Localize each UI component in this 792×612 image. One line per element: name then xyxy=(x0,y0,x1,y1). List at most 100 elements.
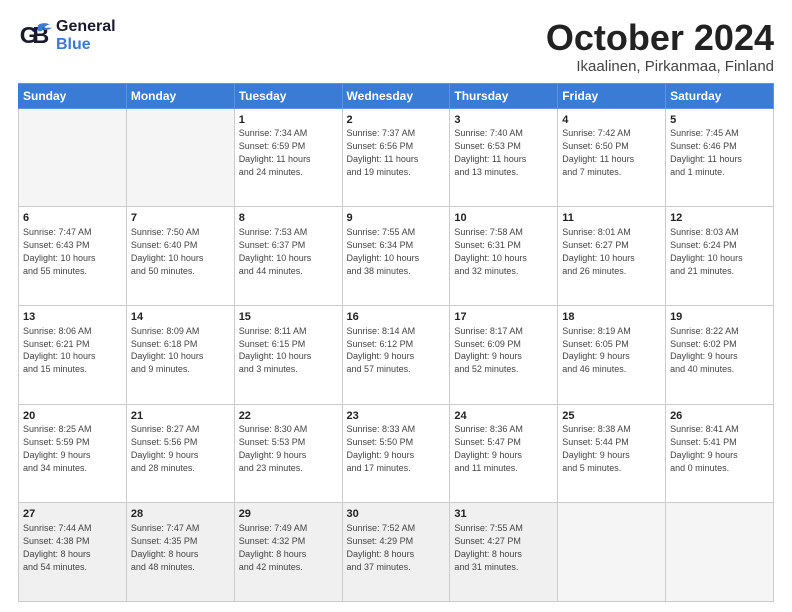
day-number: 11 xyxy=(562,211,661,226)
day-number: 24 xyxy=(454,409,553,424)
table-row xyxy=(126,108,234,207)
logo: G B General Blue xyxy=(18,18,116,54)
day-detail: Sunrise: 7:50 AM Sunset: 6:40 PM Dayligh… xyxy=(131,227,204,275)
day-detail: Sunrise: 8:19 AM Sunset: 6:05 PM Dayligh… xyxy=(562,326,631,374)
day-detail: Sunrise: 7:47 AM Sunset: 6:43 PM Dayligh… xyxy=(23,227,96,275)
day-detail: Sunrise: 8:11 AM Sunset: 6:15 PM Dayligh… xyxy=(239,326,312,374)
header: G B General Blue October 2024 Ikaalinen,… xyxy=(18,18,774,75)
day-detail: Sunrise: 7:55 AM Sunset: 4:27 PM Dayligh… xyxy=(454,523,523,571)
col-friday: Friday xyxy=(558,83,666,108)
day-number: 17 xyxy=(454,310,553,325)
table-row: 28Sunrise: 7:47 AM Sunset: 4:35 PM Dayli… xyxy=(126,503,234,602)
table-row: 31Sunrise: 7:55 AM Sunset: 4:27 PM Dayli… xyxy=(450,503,558,602)
table-row: 14Sunrise: 8:09 AM Sunset: 6:18 PM Dayli… xyxy=(126,305,234,404)
month-title: October 2024 xyxy=(546,18,774,58)
table-row: 6Sunrise: 7:47 AM Sunset: 6:43 PM Daylig… xyxy=(19,207,127,306)
table-row: 13Sunrise: 8:06 AM Sunset: 6:21 PM Dayli… xyxy=(19,305,127,404)
day-number: 4 xyxy=(562,113,661,128)
table-row: 15Sunrise: 8:11 AM Sunset: 6:15 PM Dayli… xyxy=(234,305,342,404)
table-row: 7Sunrise: 7:50 AM Sunset: 6:40 PM Daylig… xyxy=(126,207,234,306)
table-row: 18Sunrise: 8:19 AM Sunset: 6:05 PM Dayli… xyxy=(558,305,666,404)
table-row: 27Sunrise: 7:44 AM Sunset: 4:38 PM Dayli… xyxy=(19,503,127,602)
table-row: 12Sunrise: 8:03 AM Sunset: 6:24 PM Dayli… xyxy=(666,207,774,306)
table-row: 30Sunrise: 7:52 AM Sunset: 4:29 PM Dayli… xyxy=(342,503,450,602)
table-row xyxy=(19,108,127,207)
col-thursday: Thursday xyxy=(450,83,558,108)
day-number: 20 xyxy=(23,409,122,424)
day-number: 1 xyxy=(239,113,338,128)
col-saturday: Saturday xyxy=(666,83,774,108)
table-row: 16Sunrise: 8:14 AM Sunset: 6:12 PM Dayli… xyxy=(342,305,450,404)
day-number: 28 xyxy=(131,507,230,522)
calendar-header-row: Sunday Monday Tuesday Wednesday Thursday… xyxy=(19,83,774,108)
col-sunday: Sunday xyxy=(19,83,127,108)
table-row: 24Sunrise: 8:36 AM Sunset: 5:47 PM Dayli… xyxy=(450,404,558,503)
day-number: 9 xyxy=(347,211,446,226)
day-detail: Sunrise: 7:52 AM Sunset: 4:29 PM Dayligh… xyxy=(347,523,416,571)
day-detail: Sunrise: 8:14 AM Sunset: 6:12 PM Dayligh… xyxy=(347,326,416,374)
col-monday: Monday xyxy=(126,83,234,108)
day-number: 14 xyxy=(131,310,230,325)
col-wednesday: Wednesday xyxy=(342,83,450,108)
day-number: 30 xyxy=(347,507,446,522)
day-number: 26 xyxy=(670,409,769,424)
table-row: 22Sunrise: 8:30 AM Sunset: 5:53 PM Dayli… xyxy=(234,404,342,503)
day-detail: Sunrise: 7:42 AM Sunset: 6:50 PM Dayligh… xyxy=(562,128,634,176)
table-row xyxy=(558,503,666,602)
day-number: 29 xyxy=(239,507,338,522)
title-block: October 2024 Ikaalinen, Pirkanmaa, Finla… xyxy=(546,18,774,75)
day-detail: Sunrise: 7:55 AM Sunset: 6:34 PM Dayligh… xyxy=(347,227,420,275)
day-number: 19 xyxy=(670,310,769,325)
table-row: 17Sunrise: 8:17 AM Sunset: 6:09 PM Dayli… xyxy=(450,305,558,404)
logo-general-text: General xyxy=(56,18,116,36)
day-detail: Sunrise: 8:25 AM Sunset: 5:59 PM Dayligh… xyxy=(23,424,92,472)
table-row: 23Sunrise: 8:33 AM Sunset: 5:50 PM Dayli… xyxy=(342,404,450,503)
day-detail: Sunrise: 8:33 AM Sunset: 5:50 PM Dayligh… xyxy=(347,424,416,472)
day-number: 22 xyxy=(239,409,338,424)
day-detail: Sunrise: 8:30 AM Sunset: 5:53 PM Dayligh… xyxy=(239,424,308,472)
table-row: 2Sunrise: 7:37 AM Sunset: 6:56 PM Daylig… xyxy=(342,108,450,207)
day-number: 25 xyxy=(562,409,661,424)
day-number: 10 xyxy=(454,211,553,226)
day-number: 12 xyxy=(670,211,769,226)
day-number: 21 xyxy=(131,409,230,424)
day-detail: Sunrise: 8:27 AM Sunset: 5:56 PM Dayligh… xyxy=(131,424,200,472)
day-detail: Sunrise: 8:09 AM Sunset: 6:18 PM Dayligh… xyxy=(131,326,204,374)
day-detail: Sunrise: 8:41 AM Sunset: 5:41 PM Dayligh… xyxy=(670,424,739,472)
table-row: 3Sunrise: 7:40 AM Sunset: 6:53 PM Daylig… xyxy=(450,108,558,207)
table-row: 20Sunrise: 8:25 AM Sunset: 5:59 PM Dayli… xyxy=(19,404,127,503)
day-detail: Sunrise: 8:03 AM Sunset: 6:24 PM Dayligh… xyxy=(670,227,743,275)
day-number: 23 xyxy=(347,409,446,424)
day-detail: Sunrise: 7:47 AM Sunset: 4:35 PM Dayligh… xyxy=(131,523,200,571)
day-detail: Sunrise: 7:34 AM Sunset: 6:59 PM Dayligh… xyxy=(239,128,311,176)
table-row: 19Sunrise: 8:22 AM Sunset: 6:02 PM Dayli… xyxy=(666,305,774,404)
day-number: 6 xyxy=(23,211,122,226)
day-number: 16 xyxy=(347,310,446,325)
table-row: 25Sunrise: 8:38 AM Sunset: 5:44 PM Dayli… xyxy=(558,404,666,503)
table-row: 4Sunrise: 7:42 AM Sunset: 6:50 PM Daylig… xyxy=(558,108,666,207)
day-detail: Sunrise: 7:44 AM Sunset: 4:38 PM Dayligh… xyxy=(23,523,92,571)
day-number: 13 xyxy=(23,310,122,325)
day-detail: Sunrise: 7:45 AM Sunset: 6:46 PM Dayligh… xyxy=(670,128,742,176)
logo-icon: G B xyxy=(18,18,54,54)
table-row: 1Sunrise: 7:34 AM Sunset: 6:59 PM Daylig… xyxy=(234,108,342,207)
day-detail: Sunrise: 8:17 AM Sunset: 6:09 PM Dayligh… xyxy=(454,326,523,374)
logo-name: General Blue xyxy=(56,18,116,53)
day-detail: Sunrise: 8:06 AM Sunset: 6:21 PM Dayligh… xyxy=(23,326,96,374)
day-detail: Sunrise: 8:01 AM Sunset: 6:27 PM Dayligh… xyxy=(562,227,635,275)
table-row: 11Sunrise: 8:01 AM Sunset: 6:27 PM Dayli… xyxy=(558,207,666,306)
day-number: 18 xyxy=(562,310,661,325)
page: G B General Blue October 2024 Ikaalinen,… xyxy=(0,0,792,612)
day-number: 2 xyxy=(347,113,446,128)
logo-blue-text: Blue xyxy=(56,36,116,54)
day-detail: Sunrise: 8:36 AM Sunset: 5:47 PM Dayligh… xyxy=(454,424,523,472)
day-number: 7 xyxy=(131,211,230,226)
day-detail: Sunrise: 8:22 AM Sunset: 6:02 PM Dayligh… xyxy=(670,326,739,374)
day-detail: Sunrise: 7:58 AM Sunset: 6:31 PM Dayligh… xyxy=(454,227,527,275)
day-detail: Sunrise: 7:37 AM Sunset: 6:56 PM Dayligh… xyxy=(347,128,419,176)
day-number: 15 xyxy=(239,310,338,325)
table-row: 10Sunrise: 7:58 AM Sunset: 6:31 PM Dayli… xyxy=(450,207,558,306)
col-tuesday: Tuesday xyxy=(234,83,342,108)
day-number: 27 xyxy=(23,507,122,522)
day-number: 31 xyxy=(454,507,553,522)
